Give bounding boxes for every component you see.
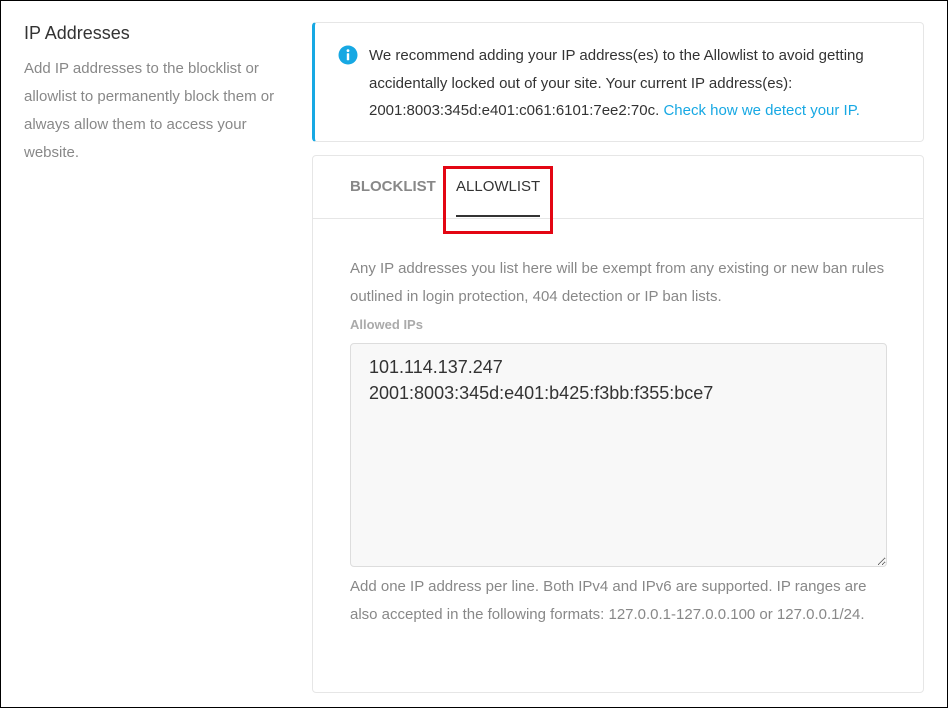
allowlist-description: Any IP addresses you list here will be e… — [350, 260, 885, 305]
section-title: IP Addresses — [24, 23, 130, 43]
tab-blocklist[interactable]: BLOCKLIST — [350, 178, 436, 195]
notice-message: We recommend adding your IP address(es) … — [369, 42, 909, 125]
ip-notice: We recommend adding your IP address(es) … — [312, 22, 924, 142]
ip-list-panel: BLOCKLIST ALLOWLIST Any IP addresses you… — [312, 155, 924, 693]
tab-bar: BLOCKLIST ALLOWLIST — [313, 156, 923, 219]
allowed-ips-textarea[interactable]: 101.114.137.247 2001:8003:345d:e401:b425… — [350, 343, 887, 567]
section-description: Add IP addresses to the blocklist or all… — [24, 60, 275, 161]
detect-ip-link[interactable]: Check how we detect your IP. — [663, 102, 860, 119]
allowlist-highlight — [443, 166, 553, 234]
info-icon — [338, 45, 358, 65]
allowed-ips-help: Add one IP address per line. Both IPv4 a… — [350, 578, 867, 623]
allowed-ips-label: Allowed IPs — [350, 317, 423, 332]
